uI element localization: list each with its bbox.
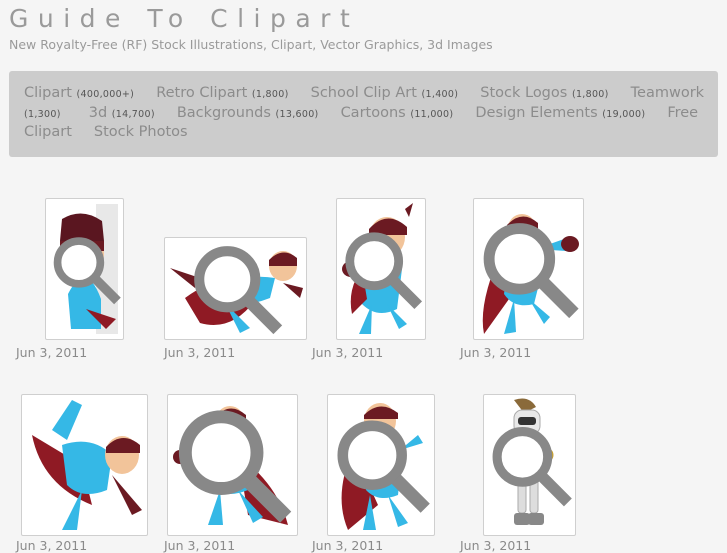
nav-link-teamwork[interactable]: Teamwork bbox=[631, 85, 704, 101]
clipart-thumbnail[interactable] bbox=[21, 394, 148, 536]
zoom-icon[interactable] bbox=[487, 397, 576, 536]
zoom-icon[interactable] bbox=[49, 201, 124, 340]
zoom-icon[interactable] bbox=[331, 397, 435, 536]
date-label: Jun 3, 2011 bbox=[164, 538, 236, 553]
date-label: Jun 3, 2011 bbox=[460, 538, 532, 553]
date-label: Jun 3, 2011 bbox=[164, 345, 236, 360]
nav-link-teamwork-count[interactable]: (1,300) bbox=[24, 105, 61, 121]
date-label: Jun 3, 2011 bbox=[16, 345, 88, 360]
site-title[interactable]: Guide To Clipart bbox=[9, 4, 359, 34]
nav-link-stock-logos[interactable]: Stock Logos (1,800) bbox=[480, 85, 608, 101]
superhero-kick-illustration bbox=[32, 400, 142, 530]
clipart-thumbnail[interactable] bbox=[473, 198, 584, 340]
zoom-icon[interactable] bbox=[168, 240, 307, 340]
nav-link-retro-clipart[interactable]: Retro Clipart (1,800) bbox=[156, 85, 288, 101]
clipart-thumbnail[interactable] bbox=[336, 198, 426, 340]
nav-line-2: (1,300) 3d (14,700) Backgrounds (13,600) Ca… bbox=[24, 104, 698, 124]
clipart-thumbnail[interactable] bbox=[45, 198, 124, 340]
clipart-thumbnail[interactable] bbox=[167, 394, 298, 536]
zoom-icon[interactable] bbox=[340, 201, 426, 340]
category-nav: Clipart (400,000+) Retro Clipart (1,800) S… bbox=[9, 71, 718, 157]
clipart-thumbnail[interactable] bbox=[483, 394, 576, 536]
nav-link-design-elements[interactable]: Design Elements (19,000) bbox=[475, 105, 645, 121]
nav-line-1: Clipart (400,000+) Retro Clipart (1,800) S… bbox=[24, 84, 704, 104]
nav-link-school-clip-art[interactable]: School Clip Art (1,400) bbox=[311, 85, 459, 101]
nav-link-3d[interactable]: 3d (14,700) bbox=[89, 105, 155, 121]
date-label: Jun 3, 2011 bbox=[312, 538, 384, 553]
zoom-icon[interactable] bbox=[477, 201, 584, 340]
zoom-icon[interactable] bbox=[171, 397, 298, 536]
nav-line-3: Clipart Stock Photos bbox=[24, 123, 188, 141]
nav-link-stock-photos[interactable]: Stock Photos bbox=[94, 124, 188, 140]
date-label: Jun 3, 2011 bbox=[16, 538, 88, 553]
date-label: Jun 3, 2011 bbox=[460, 345, 532, 360]
clipart-thumbnail[interactable] bbox=[164, 237, 307, 340]
nav-link-backgrounds[interactable]: Backgrounds (13,600) bbox=[177, 105, 319, 121]
date-label: Jun 3, 2011 bbox=[312, 345, 384, 360]
nav-link-cartoons[interactable]: Cartoons (11,000) bbox=[341, 105, 454, 121]
site-tagline: New Royalty-Free (RF) Stock Illustration… bbox=[9, 37, 493, 52]
nav-link-free-clipart[interactable]: Free bbox=[667, 105, 698, 121]
clipart-thumbnail[interactable] bbox=[327, 394, 435, 536]
nav-link-free-clipart-cont[interactable]: Clipart bbox=[24, 124, 72, 140]
nav-link-clipart[interactable]: Clipart (400,000+) bbox=[24, 85, 134, 101]
